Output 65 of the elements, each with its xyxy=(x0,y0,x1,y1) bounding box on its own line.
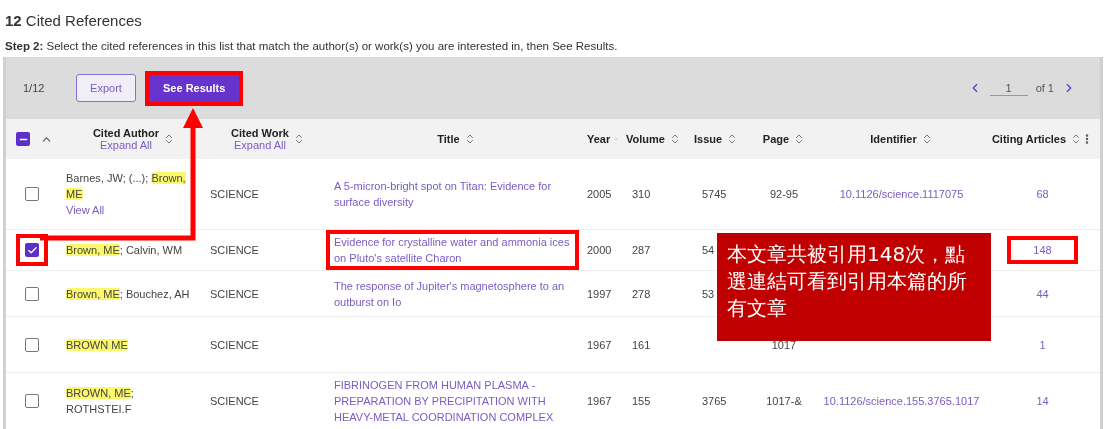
column-header[interactable]: Cited Work xyxy=(231,127,289,139)
select-all-checkbox[interactable] xyxy=(16,132,30,146)
citing-count-link[interactable]: 68 xyxy=(1036,186,1049,202)
citing-count-link[interactable]: 14 xyxy=(1036,393,1049,409)
column-header[interactable]: Identifier xyxy=(870,133,917,145)
view-all-link[interactable]: View All xyxy=(66,204,105,216)
page-heading: 12 Cited References xyxy=(4,11,143,31)
volume-cell: 310 xyxy=(632,188,651,200)
cited-work: SCIENCE xyxy=(210,395,259,407)
identifier-link[interactable]: 10.1126/science.1117075 xyxy=(839,188,964,200)
see-results-button[interactable]: See Results xyxy=(149,74,240,102)
year-cell: 1997 xyxy=(587,287,612,300)
volume-cell: 287 xyxy=(632,244,651,256)
volume-cell: 278 xyxy=(632,287,651,300)
checkbox[interactable] xyxy=(25,286,39,301)
page-cell: 1017 xyxy=(771,338,797,351)
cited-author: Brown, ME; Calvin, WM xyxy=(66,243,184,258)
page-input[interactable]: 1 xyxy=(989,80,1028,96)
column-header[interactable]: Year xyxy=(587,133,611,145)
cited-work: SCIENCE xyxy=(210,287,259,300)
cited-author: Barnes, JW; (...); Brown, ME xyxy=(66,171,187,202)
page-cell: 92-95 xyxy=(769,188,799,200)
year-cell: 2000 xyxy=(587,244,612,256)
volume-cell: 161 xyxy=(632,338,651,351)
selection-count: 1/12 xyxy=(23,82,46,94)
column-header[interactable]: Volume xyxy=(626,133,665,145)
issue-cell: 54 xyxy=(702,244,715,256)
checkbox[interactable] xyxy=(25,243,39,257)
checkbox[interactable] xyxy=(25,394,39,408)
page-total: of 1 xyxy=(1035,82,1054,94)
cited-work: SCIENCE xyxy=(210,338,259,351)
citing-count-link[interactable]: 148 xyxy=(1033,242,1052,258)
check-icon xyxy=(26,244,38,256)
cited-author: BROWN ME xyxy=(66,337,129,353)
citing-count-link[interactable]: 44 xyxy=(1036,285,1049,302)
title-link[interactable]: FIBRINOGEN FROM HUMAN PLASMA - PREPARATION BY PRECIPITATION WITH HEAVY-METAL COORDINATION COMPLEX xyxy=(334,377,571,425)
issue-cell: 3765 xyxy=(702,395,727,407)
year-cell: 1967 xyxy=(587,338,612,351)
cited-work: SCIENCE xyxy=(210,244,259,256)
column-header[interactable]: Citing Articles xyxy=(991,133,1067,145)
step-instruction: Step 2: Select the cited references in this list that match the author(s) or work(s) you are interested in, then See Results. xyxy=(4,39,619,54)
column-header[interactable]: Title xyxy=(437,133,460,145)
column-header[interactable]: Cited Author xyxy=(92,127,160,139)
title-link[interactable]: The response of Jupiter's magnetosphere to an outburst on Io xyxy=(334,277,571,310)
cited-author: Brown, ME; Bouchez, AH xyxy=(66,286,191,302)
export-button[interactable]: Export xyxy=(76,74,136,102)
year-cell: 2005 xyxy=(587,188,612,200)
title-link[interactable]: Evidence for crystalline water and ammonia ices on Pluto's satellite Charon xyxy=(334,234,571,266)
page-cell: 1017-& xyxy=(766,395,802,407)
cited-work: SCIENCE xyxy=(210,188,259,200)
annotation-callout: 本文章共被引用148次，點選連結可看到引用本篇的所有文章 xyxy=(717,233,991,341)
issue-cell: 5745 xyxy=(702,188,727,200)
cited-author: BROWN, ME; ROTHSTEI.F xyxy=(66,386,135,417)
column-header[interactable]: Issue xyxy=(694,133,723,145)
volume-cell: 155 xyxy=(632,395,651,407)
checkbox[interactable] xyxy=(25,187,39,201)
expand-all-link[interactable]: Expand All xyxy=(100,139,152,151)
column-header[interactable]: Page xyxy=(762,133,790,145)
citing-count-link[interactable]: 1 xyxy=(1039,336,1046,353)
title-link[interactable]: A 5-micron-bright spot on Titan: Evidence for surface diversity xyxy=(334,178,571,210)
issue-cell: 53 xyxy=(702,287,715,300)
expand-all-link[interactable]: Expand All xyxy=(234,139,286,151)
year-cell: 1967 xyxy=(587,395,612,407)
checkbox[interactable] xyxy=(25,337,39,352)
identifier-link[interactable]: 10.1126/science.155.3765.1017 xyxy=(823,395,980,407)
